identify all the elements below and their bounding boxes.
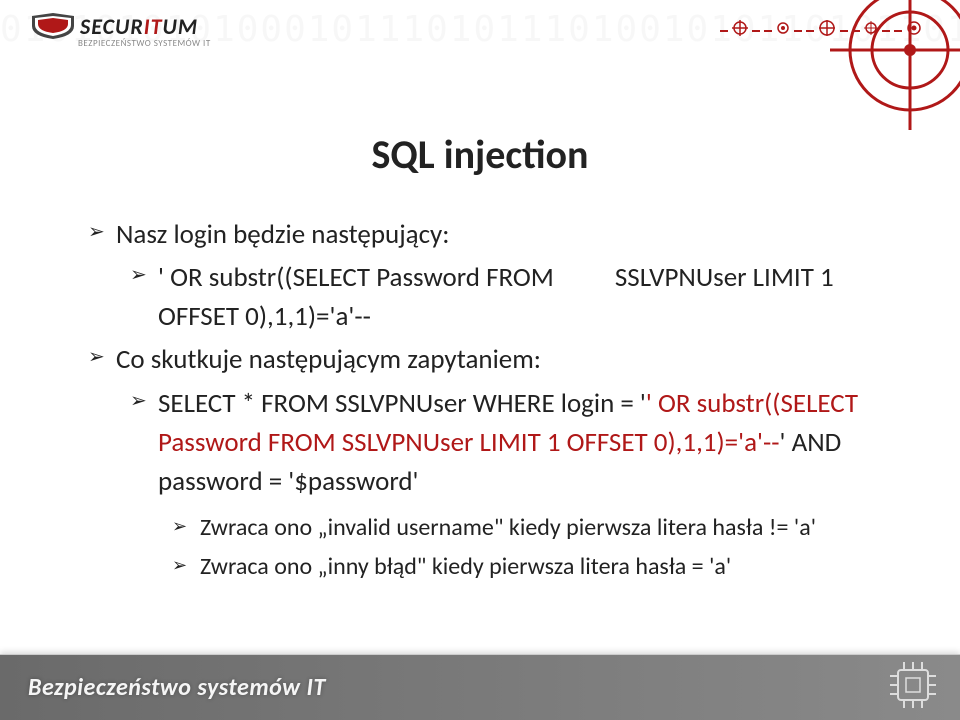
chevron-icon: ➢ xyxy=(172,550,200,585)
bullet-5: ➢ Zwraca ono „invalid username" kiedy pi… xyxy=(172,511,892,546)
logo-text: SECURITUM xyxy=(80,13,198,40)
topbar: SECURITUM BEZPIECZEŃSTWO SYSTEMÓW IT xyxy=(0,12,960,49)
logo: SECURITUM BEZPIECZEŃSTWO SYSTEMÓW IT xyxy=(30,12,211,49)
content-area: ➢ Nasz login będzie następujący: ➢ ' OR … xyxy=(88,215,892,589)
footer: Bezpieczeństwo systemów IT xyxy=(0,654,960,720)
slide-title: SQL injection xyxy=(0,130,960,179)
bullet-2: ➢ ' OR substr((SELECT Password FROM SSLV… xyxy=(130,258,892,336)
bullet-4: ➢ SELECT * FROM SSLVPNUser WHERE login =… xyxy=(130,384,892,501)
chevron-icon: ➢ xyxy=(172,511,200,546)
bullet-1: ➢ Nasz login będzie następujący: xyxy=(88,215,892,254)
footer-title: Bezpieczeństwo systemów IT xyxy=(28,673,326,702)
chevron-icon: ➢ xyxy=(88,340,116,379)
target-icon xyxy=(906,20,922,41)
chevron-icon: ➢ xyxy=(88,215,116,254)
slide: 0101010101000101110101110100101011010110… xyxy=(0,0,960,720)
target-icon xyxy=(776,21,790,40)
bullet-3: ➢ Co skutkuje następującym zapytaniem: xyxy=(88,340,892,379)
target-icon xyxy=(732,20,748,41)
shield-icon xyxy=(30,12,76,40)
target-icon xyxy=(864,21,878,40)
chip-icon xyxy=(886,658,940,712)
target-icon xyxy=(818,19,836,42)
target-row xyxy=(720,19,922,42)
chevron-icon: ➢ xyxy=(130,384,158,501)
logo-subtitle: BEZPIECZEŃSTWO SYSTEMÓW IT xyxy=(78,38,211,49)
chevron-icon: ➢ xyxy=(130,258,158,336)
bullet-6: ➢ Zwraca ono „inny błąd" kiedy pierwsza … xyxy=(172,550,892,585)
